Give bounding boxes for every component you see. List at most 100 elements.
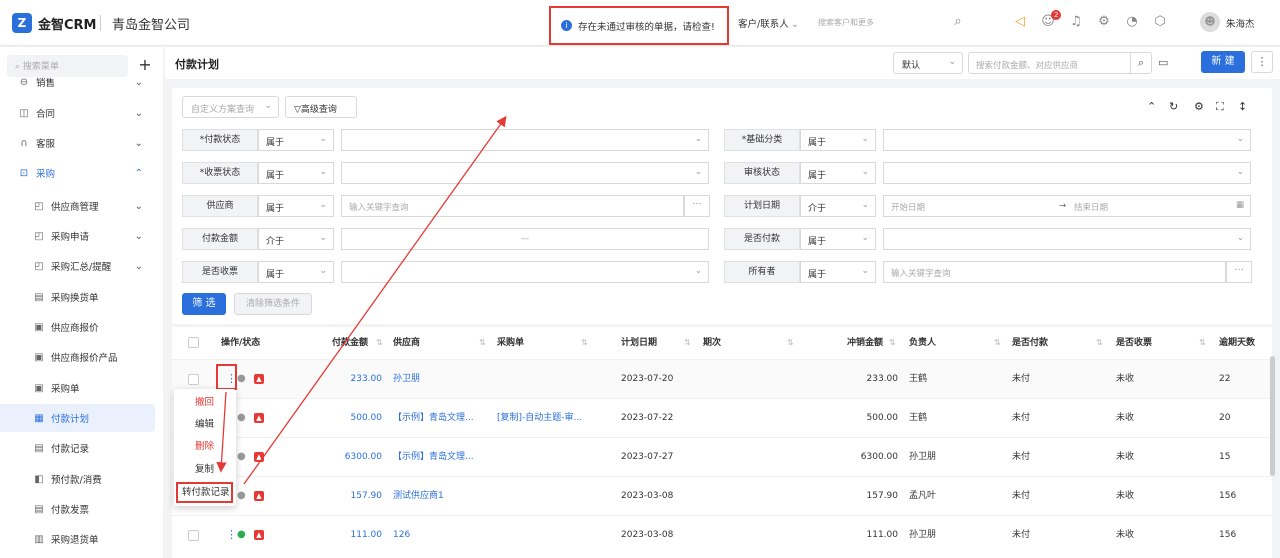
table-row[interactable]: ⋮ ● ▲ 111.00 126 2023-03-08 111.00 孙卫朋 未… — [172, 515, 1272, 554]
filter-value[interactable]: ⌄ — [883, 129, 1251, 151]
column-header[interactable]: 是否付款 — [1012, 327, 1048, 359]
advanced-query-button[interactable]: ▽高级查询 — [285, 96, 357, 118]
new-button[interactable]: 新 建 — [1201, 51, 1245, 73]
filter-value[interactable]: ⌄ — [883, 162, 1251, 184]
sort-icon[interactable]: ⇅ — [1096, 338, 1103, 347]
sidebar-item-payment-record[interactable]: ▤ 付款记录 — [0, 434, 163, 462]
payment-amount[interactable]: 111.00 — [322, 516, 383, 555]
gear-icon[interactable]: ⚙ — [1096, 14, 1112, 30]
supplier-keyword-input[interactable]: 输入关键字查询 — [341, 195, 684, 217]
filter-operator[interactable]: 介于 ⌄ — [800, 195, 876, 217]
filter-operator[interactable]: 属于 ⌄ — [800, 162, 876, 184]
view-select[interactable]: 默认 ⌄ — [893, 52, 963, 74]
filter-value[interactable]: ⌄ — [341, 129, 709, 151]
menu-item-copy[interactable]: 复制 — [174, 459, 236, 481]
sort-icon[interactable]: ⇅ — [787, 338, 794, 347]
table-row[interactable]: ● ▲ 157.90 测试供应商1 2023-03-08 157.90 孟凡叶 … — [172, 476, 1272, 515]
vertical-scrollbar[interactable] — [1270, 356, 1275, 476]
supplier[interactable]: 孙卫朋 — [393, 360, 488, 399]
username[interactable]: 朱海杰 — [1226, 16, 1255, 30]
filter-operator[interactable]: 属于 ⌄ — [258, 162, 334, 184]
collapse-icon[interactable]: ⌃ — [1147, 100, 1156, 113]
purchase-order[interactable] — [497, 360, 592, 399]
select-all-checkbox[interactable] — [188, 337, 199, 348]
supplier[interactable]: 【示例】青岛文理... — [393, 399, 488, 438]
filter-value[interactable]: ⌄ — [883, 228, 1251, 250]
global-search-input[interactable]: 搜索客户和更多 — [818, 17, 874, 28]
speaker-icon[interactable]: ◁ — [1012, 14, 1028, 30]
fullscreen-icon[interactable]: ⛶ — [1216, 100, 1224, 114]
sidebar-item-prepayment[interactable]: ◧ 预付款/消费 — [0, 465, 163, 493]
owner-keyword-input[interactable]: 输入关键字查询 — [883, 261, 1226, 283]
sidebar-item-contract[interactable]: ◫ 合同 ⌄ — [0, 99, 163, 127]
more-vertical-icon[interactable]: ⋮ — [1251, 51, 1273, 73]
more-dots-icon[interactable]: ··· — [684, 195, 710, 217]
clear-filter-button[interactable]: 清除筛选条件 — [234, 293, 312, 315]
monitor-icon[interactable]: ▭ — [1158, 56, 1168, 69]
menu-item-delete[interactable]: 删除 — [174, 436, 236, 458]
sidebar-item-service[interactable]: ∩ 客服 ⌄ — [0, 129, 163, 157]
purchase-order[interactable] — [497, 516, 592, 555]
sidebar-item-supplier-quote-product[interactable]: ▣ 供应商报价产品 — [0, 343, 163, 371]
sort-icon[interactable]: ⇅ — [479, 338, 486, 347]
filter-operator[interactable]: 属于 ⌄ — [258, 261, 334, 283]
filter-operator[interactable]: 属于 ⌄ — [800, 129, 876, 151]
sort-icon[interactable]: ⇅ — [376, 338, 383, 347]
table-row[interactable]: ⋮ ● ▲ 233.00 孙卫朋 2023-07-20 233.00 王鹤 未付… — [172, 359, 1272, 398]
sidebar-item-supplier-quote[interactable]: ▣ 供应商报价 — [0, 313, 163, 341]
supplier[interactable]: 测试供应商1 — [393, 477, 488, 516]
sidebar-item-sales[interactable]: ⊖ 销售 ⌄ — [0, 69, 163, 95]
filter-operator[interactable]: 介于 ⌄ — [258, 228, 334, 250]
filter-value[interactable]: ⌄ — [341, 261, 709, 283]
avatar[interactable]: ☻ — [1200, 12, 1220, 32]
more-dots-icon[interactable]: ··· — [1226, 261, 1252, 283]
column-header[interactable]: 计划日期 — [621, 327, 657, 359]
column-header[interactable]: 负责人 — [909, 327, 936, 359]
search-icon[interactable]: ⌕ — [950, 14, 966, 30]
filter-operator[interactable]: 属于 ⌄ — [258, 129, 334, 151]
column-header[interactable]: 逾期天数 — [1219, 327, 1255, 359]
sidebar-item-purchase-order[interactable]: ▣ 采购单 — [0, 374, 163, 402]
sidebar-item-purchase-request[interactable]: ◰ 采购申请 ⌄ — [0, 222, 163, 250]
menu-item-convert-payment-record[interactable]: 转付款记录 — [176, 482, 233, 503]
menu-item-edit[interactable]: 编辑 — [174, 414, 236, 436]
column-header[interactable]: 期次 — [703, 327, 721, 359]
column-header[interactable]: 付款金额 — [332, 327, 368, 359]
shield-icon[interactable]: ⬡ — [1152, 14, 1168, 30]
supplier[interactable]: 【示例】青岛文理... — [393, 438, 488, 477]
menu-item-revoke[interactable]: 撤回 — [174, 392, 236, 414]
sidebar-item-payment-plan[interactable]: ▦ 付款计划 — [0, 404, 155, 432]
filter-value[interactable]: ⌄ — [341, 162, 709, 184]
payment-amount[interactable]: 157.90 — [322, 477, 383, 516]
purchase-order[interactable] — [497, 477, 592, 516]
sort-icon[interactable]: ⇅ — [1199, 338, 1206, 347]
column-header[interactable]: 采购单 — [497, 327, 524, 359]
filter-operator[interactable]: 属于 ⌄ — [800, 228, 876, 250]
filter-button[interactable]: 筛 选 — [182, 293, 226, 315]
payment-amount[interactable]: 233.00 — [322, 360, 383, 399]
supplier[interactable]: 126 — [393, 516, 488, 555]
column-sort-icon[interactable]: ↕ — [1238, 100, 1247, 113]
sort-icon[interactable]: ⇅ — [889, 338, 896, 347]
refresh-icon[interactable]: ↻ — [1169, 100, 1178, 113]
bell-icon[interactable]: ♫ — [1068, 14, 1084, 30]
sidebar-item-supplier-mgmt[interactable]: ◰ 供应商管理 ⌄ — [0, 192, 163, 220]
filter-operator[interactable]: 属于 ⌄ — [258, 195, 334, 217]
chart-icon[interactable]: ◔ — [1124, 14, 1140, 30]
sidebar-item-purchase-exchange[interactable]: ▤ 采购换货单 — [0, 283, 163, 311]
payment-amount[interactable]: 6300.00 — [322, 438, 382, 477]
sort-icon[interactable]: ⇅ — [684, 338, 691, 347]
table-row[interactable]: ● ▲ 6300.00 【示例】青岛文理... 2023-07-27 6300.… — [172, 437, 1272, 476]
sidebar-item-purchase-return[interactable]: ▥ 采购退货单 — [0, 525, 163, 553]
column-header[interactable]: 冲销金额 — [847, 327, 883, 359]
payment-amount[interactable]: 500.00 — [322, 399, 383, 438]
column-header[interactable]: 是否收票 — [1116, 327, 1152, 359]
table-row[interactable]: ● ▲ 500.00 【示例】青岛文理... [复制]-自动主题-审... 20… — [172, 398, 1272, 437]
sort-icon[interactable]: ⇅ — [581, 338, 588, 347]
row-checkbox[interactable] — [188, 374, 199, 385]
row-actions-icon[interactable]: ⋮ — [226, 528, 237, 541]
purchase-order[interactable] — [497, 438, 592, 477]
sidebar-item-payment-invoice[interactable]: ▤ 付款发票 — [0, 495, 163, 523]
amount-range-input[interactable]: — — [341, 228, 709, 250]
date-range-input[interactable]: 开始日期 → 结束日期 ▦ — [883, 195, 1251, 217]
